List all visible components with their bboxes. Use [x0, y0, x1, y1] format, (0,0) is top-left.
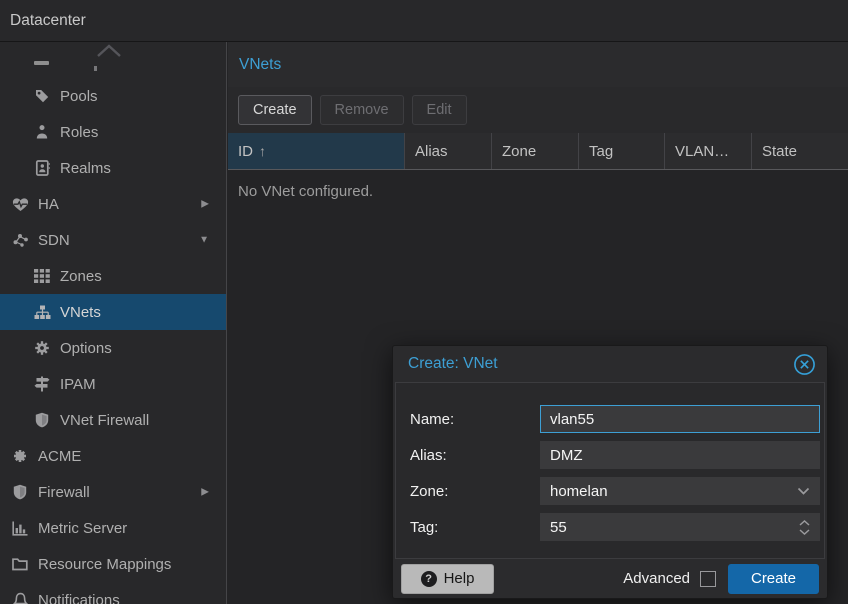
sidebar-item-acme[interactable]: ACME: [0, 438, 226, 474]
column-header-tag[interactable]: Tag: [578, 133, 664, 169]
spinner-down-icon[interactable]: [799, 529, 810, 535]
remove-button[interactable]: Remove: [320, 95, 404, 125]
spinner-up-icon[interactable]: [799, 520, 810, 526]
alias-label: Alias:: [410, 447, 540, 464]
heartbeat-icon: [10, 196, 30, 212]
sitemap-icon: [32, 304, 52, 320]
sidebar-item-notifications[interactable]: Notifications: [0, 582, 226, 604]
sidebar-item-label: Metric Server: [38, 520, 127, 537]
advanced-label: Advanced: [623, 570, 690, 587]
help-button[interactable]: ? Help: [401, 564, 494, 594]
toolbar: Create Remove Edit: [228, 87, 848, 133]
sidebar-item-label: Pools: [60, 88, 98, 105]
tag-value: 55: [550, 519, 567, 536]
sidebar-item-zones[interactable]: Zones: [0, 258, 226, 294]
form-row-zone: Zone: homelan: [410, 477, 824, 505]
chart-bar-icon: [10, 520, 30, 536]
sidebar-item-firewall[interactable]: Firewall ▶: [0, 474, 226, 510]
dialog-form: Name: Alias: Zone: homelan Tag: 55: [395, 382, 825, 559]
panel-header: VNets: [228, 42, 848, 87]
sidebar-item-roles[interactable]: Roles: [0, 114, 226, 150]
panel-title: VNets: [239, 56, 281, 74]
sidebar-nav: Pools Roles Realms HA ▶ SDN ▼ Zones: [0, 42, 227, 604]
column-header-alias[interactable]: Alias: [404, 133, 491, 169]
dialog-title: Create: VNet: [408, 355, 793, 373]
advanced-checkbox[interactable]: [700, 571, 716, 587]
alias-input[interactable]: [540, 441, 820, 469]
sidebar-item-sdn[interactable]: SDN ▼: [0, 222, 226, 258]
dropdown-chevron-icon[interactable]: [797, 478, 810, 504]
name-input[interactable]: [540, 405, 820, 433]
dialog-titlebar: Create: VNet: [393, 346, 827, 382]
sidebar-item-label: VNet Firewall: [60, 412, 149, 429]
table-header-row: ID ↑ Alias Zone Tag VLAN… State: [228, 133, 848, 170]
sort-ascending-icon: ↑: [259, 143, 266, 159]
sidebar-item-ipam[interactable]: IPAM: [0, 366, 226, 402]
zone-value: homelan: [550, 483, 608, 500]
column-header-zone[interactable]: Zone: [491, 133, 578, 169]
dialog-create-button[interactable]: Create: [728, 564, 819, 594]
dialog-footer: ? Help Advanced Create: [393, 559, 827, 598]
sidebar-item-label: IPAM: [60, 376, 96, 393]
sidebar-item-metric-server[interactable]: Metric Server: [0, 510, 226, 546]
window-title: Datacenter: [10, 12, 86, 30]
form-row-tag: Tag: 55: [410, 513, 824, 541]
sidebar-item-label: Notifications: [38, 592, 120, 604]
close-icon[interactable]: [793, 353, 816, 376]
sidebar-item-label: Roles: [60, 124, 98, 141]
sidebar-item-vnet-firewall[interactable]: VNet Firewall: [0, 402, 226, 438]
user-icon: [32, 124, 52, 140]
sidebar-item-label: Options: [60, 340, 112, 357]
column-header-vlan[interactable]: VLAN…: [664, 133, 751, 169]
zone-dropdown[interactable]: homelan: [540, 477, 820, 505]
grid-icon: [32, 268, 52, 284]
sidebar-item-ha[interactable]: HA ▶: [0, 186, 226, 222]
chevron-right-icon: ▶: [201, 487, 209, 498]
tag-label: Tag:: [410, 519, 540, 536]
certificate-icon: [10, 448, 30, 464]
sidebar-item-label: SDN: [38, 232, 70, 249]
column-header-state[interactable]: State: [751, 133, 848, 169]
address-book-icon: [32, 160, 52, 176]
shield-icon: [32, 412, 52, 428]
chevron-down-icon: ▼: [199, 235, 209, 246]
sdn-nodes-icon: [10, 232, 30, 248]
tags-icon: [32, 88, 52, 104]
sidebar-item-label: ACME: [38, 448, 81, 465]
form-row-name: Name:: [410, 405, 824, 433]
clipped-icon-fragment: [34, 61, 49, 65]
chevron-right-icon: ▶: [201, 199, 209, 210]
question-circle-icon: ?: [421, 571, 437, 587]
sidebar-item-vnets[interactable]: VNets: [0, 294, 226, 330]
edit-button[interactable]: Edit: [412, 95, 467, 125]
sidebar-item-label: Zones: [60, 268, 102, 285]
shield-icon: [10, 484, 30, 500]
sidebar-item-pools[interactable]: Pools: [0, 78, 226, 114]
sidebar-item-partial[interactable]: [0, 42, 226, 78]
top-bar: Datacenter: [0, 0, 848, 42]
sidebar-item-label: Firewall: [38, 484, 90, 501]
gear-icon: [32, 340, 52, 356]
clipped-text-fragment: [94, 66, 97, 71]
form-row-alias: Alias:: [410, 441, 824, 469]
bell-icon: [10, 592, 30, 604]
sidebar-item-label: VNets: [60, 304, 101, 321]
create-vnet-dialog: Create: VNet Name: Alias: Zone: homelan …: [392, 345, 828, 599]
chevron-up-icon: [96, 44, 122, 63]
column-header-id[interactable]: ID ↑: [228, 133, 404, 169]
sidebar-item-realms[interactable]: Realms: [0, 150, 226, 186]
sidebar-item-options[interactable]: Options: [0, 330, 226, 366]
sidebar-item-resource-mappings[interactable]: Resource Mappings: [0, 546, 226, 582]
sidebar-item-label: Realms: [60, 160, 111, 177]
create-button[interactable]: Create: [238, 95, 312, 125]
sidebar-item-label: Resource Mappings: [38, 556, 171, 573]
name-label: Name:: [410, 411, 540, 428]
zone-label: Zone:: [410, 483, 540, 500]
sidebar-item-label: HA: [38, 196, 59, 213]
map-signs-icon: [32, 376, 52, 392]
tag-spinner-field[interactable]: 55: [540, 513, 820, 541]
folder-icon: [10, 556, 30, 572]
empty-table-message: No VNet configured.: [238, 183, 373, 200]
